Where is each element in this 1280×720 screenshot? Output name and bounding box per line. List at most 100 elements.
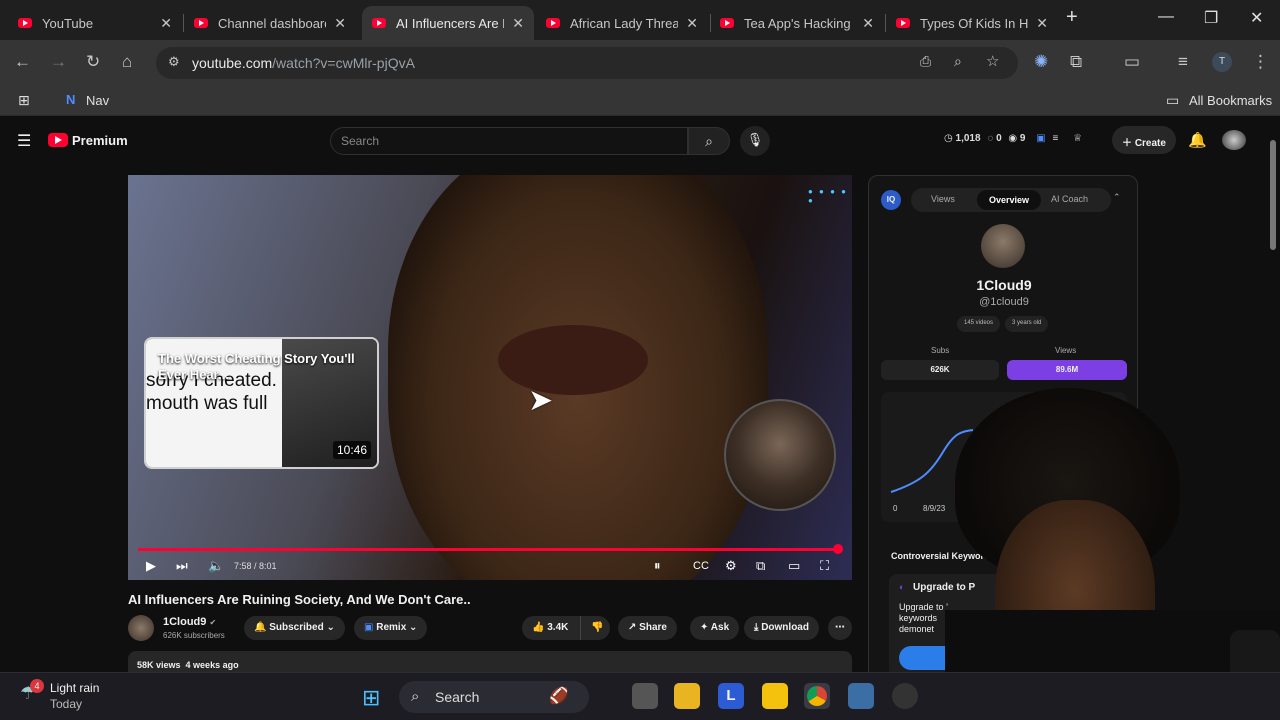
tab-channel-dashboard[interactable]: Channel dashboard ✕ [184, 6, 356, 40]
photos-app-icon[interactable] [848, 683, 874, 709]
tab-youtube[interactable]: YouTube ✕ [8, 6, 182, 40]
url-path: /watch?v=cwMlr-pjQvA [272, 55, 415, 71]
profile-avatar[interactable]: T [1212, 52, 1232, 72]
search-input[interactable]: Search [330, 127, 688, 155]
endscreen-channel-avatar[interactable] [724, 399, 836, 511]
notes-app-icon[interactable] [762, 683, 788, 709]
tab-african-lady[interactable]: African Lady Threat ✕ [536, 6, 708, 40]
like-button[interactable]: 👍 3.4K [522, 616, 580, 640]
channel-avatar[interactable] [128, 615, 154, 641]
progress-scrubber[interactable] [832, 544, 843, 554]
channel-age-chip: 3 years old [1005, 316, 1049, 332]
new-tab-icon[interactable]: + [1066, 6, 1078, 29]
share-arrow-icon: ↗ [628, 622, 640, 633]
tab-overview[interactable]: Overview [977, 190, 1042, 210]
youtube-favicon-icon [372, 18, 386, 28]
iq-extension-icon[interactable]: ▣ [1036, 133, 1045, 144]
close-tab-icon[interactable]: ✕ [686, 15, 698, 32]
tab-views[interactable]: Views [931, 194, 955, 204]
bell-icon: 🔔 [254, 622, 270, 633]
autoplay-toggle-icon[interactable]: ⏸ [654, 558, 661, 574]
weather-text[interactable]: Light rain [50, 681, 99, 695]
nav-bookmark[interactable]: Nav [86, 93, 109, 108]
share-button[interactable]: ↗ Share [618, 616, 677, 640]
list-icon[interactable]: ≡ [1053, 133, 1059, 144]
youtube-logo-icon[interactable] [48, 133, 68, 147]
apps-grid-icon[interactable]: ⊞ [18, 92, 30, 109]
premium-logo-text[interactable]: Premium [72, 133, 128, 148]
close-tab-icon[interactable]: ✕ [160, 15, 172, 32]
endscreen-video-card[interactable]: sorry I cheated. mouth was full The Wors… [144, 337, 379, 469]
tab-ai-coach[interactable]: AI Coach [1051, 194, 1088, 204]
streamer-webcam-overlay [945, 380, 1280, 680]
search-icon[interactable]: ⌕ [688, 127, 730, 155]
tab-types-of-kids[interactable]: Types Of Kids In Hi ✕ [886, 6, 1058, 40]
close-tab-icon[interactable]: ✕ [862, 15, 874, 32]
home-icon[interactable]: ⌂ [122, 52, 132, 72]
video-player[interactable]: ● ● ● ● ● sorry I cheated. mouth was ful… [128, 175, 852, 580]
dislike-button[interactable]: 👎 [580, 616, 610, 640]
next-video-icon[interactable]: ⏭ [176, 558, 188, 574]
file-explorer-icon[interactable] [674, 683, 700, 709]
tab-ai-influencers-active[interactable]: AI Influencers Are R ✕ [362, 6, 534, 40]
play-icon[interactable]: ▶ [146, 558, 156, 574]
ask-button[interactable]: ✦ Ask [690, 616, 740, 640]
media-controls-icon[interactable]: ≡ [1178, 52, 1188, 72]
youtube-favicon-icon [896, 18, 910, 28]
task-view-icon[interactable] [632, 683, 658, 709]
close-tab-icon[interactable]: ✕ [334, 15, 346, 32]
settings-gear-icon[interactable]: ⚙ [725, 558, 737, 574]
remix-button[interactable]: ▣ Remix ⌄ [354, 616, 428, 640]
bookmark-star-icon[interactable]: ☆ [986, 52, 999, 70]
video-title: AI Influencers Are Ruining Society, And … [128, 592, 471, 607]
install-app-icon[interactable]: ⎙ [920, 53, 931, 70]
trophy-icon[interactable]: ♕ [1073, 133, 1082, 144]
captions-icon[interactable]: CC [693, 560, 709, 572]
address-bar[interactable]: ⚙ youtube.com/watch?v=cwMlr-pjQvA ⎙ ⌕ ☆ [156, 47, 1018, 79]
panel-tabs: Views Overview AI Coach [911, 188, 1111, 212]
subscribed-button[interactable]: 🔔 Subscribed ⌄ [244, 616, 345, 640]
progress-bar[interactable] [138, 548, 838, 551]
account-avatar[interactable] [1222, 130, 1246, 150]
obs-app-icon[interactable] [892, 683, 918, 709]
scrollbar-thumb[interactable] [1270, 140, 1276, 250]
chrome-taskbar-icon[interactable] [804, 683, 830, 709]
close-tab-icon[interactable]: ✕ [512, 15, 524, 32]
create-button[interactable]: ＋ Create [1112, 126, 1176, 154]
thumbs-up-icon: 👍 [532, 622, 548, 633]
all-bookmarks[interactable]: All Bookmarks [1189, 93, 1272, 108]
channel-name[interactable]: 1Cloud9 ✔ [163, 616, 216, 628]
theater-mode-icon[interactable]: ▭ [788, 558, 800, 574]
tab-tea-app[interactable]: Tea App's Hacking ✕ [710, 6, 884, 40]
zoom-icon[interactable]: ⌕ [954, 53, 962, 70]
restore-icon[interactable]: ❐ [1204, 8, 1218, 28]
hamburger-menu-icon[interactable]: ☰ [17, 131, 31, 151]
l-app-icon[interactable]: L [718, 683, 744, 709]
extension-stats: ◷ 1,018 ◌ 0 ◉ 9 ▣ ≡ ♕ [944, 133, 1082, 144]
minimize-icon[interactable]: — [1158, 8, 1174, 26]
extensions-puzzle-icon[interactable]: ⧉ [1070, 52, 1082, 72]
windows-start-icon[interactable]: ⊞ [362, 685, 380, 711]
reload-icon[interactable]: ↻ [86, 52, 100, 72]
miniplayer-icon[interactable]: ⧉ [756, 558, 765, 574]
cast-icon[interactable]: ▭ [1124, 52, 1140, 72]
views-label: Views [1055, 346, 1077, 355]
kebab-menu-icon[interactable]: ⋮ [1252, 52, 1269, 72]
site-info-icon[interactable]: ⚙ [168, 54, 180, 70]
extension-icon[interactable]: ✺ [1034, 52, 1048, 72]
notifications-bell-icon[interactable]: 🔔 [1188, 131, 1207, 149]
fullscreen-icon[interactable]: ⛶ [820, 558, 829, 574]
download-button[interactable]: ⤓ Download [744, 616, 819, 640]
eye-icon: ◉ [1008, 133, 1018, 144]
microphone-icon[interactable]: 🎙 [740, 126, 770, 156]
taskbar-search[interactable]: ⌕ Search 🏈 [399, 681, 589, 713]
volume-icon[interactable]: 🔈 [208, 558, 224, 574]
background-lights: ● ● ● ● ● [808, 187, 848, 205]
videos-count-chip: 145 videos [957, 316, 1001, 332]
close-tab-icon[interactable]: ✕ [1036, 15, 1048, 32]
forward-arrow-icon[interactable]: → [50, 52, 67, 72]
back-arrow-icon[interactable]: ← [14, 52, 31, 72]
more-actions-icon[interactable]: ⋯ [828, 616, 852, 640]
collapse-chevron-icon[interactable]: ⌃ [1113, 192, 1121, 203]
close-window-icon[interactable]: ✕ [1250, 8, 1263, 28]
